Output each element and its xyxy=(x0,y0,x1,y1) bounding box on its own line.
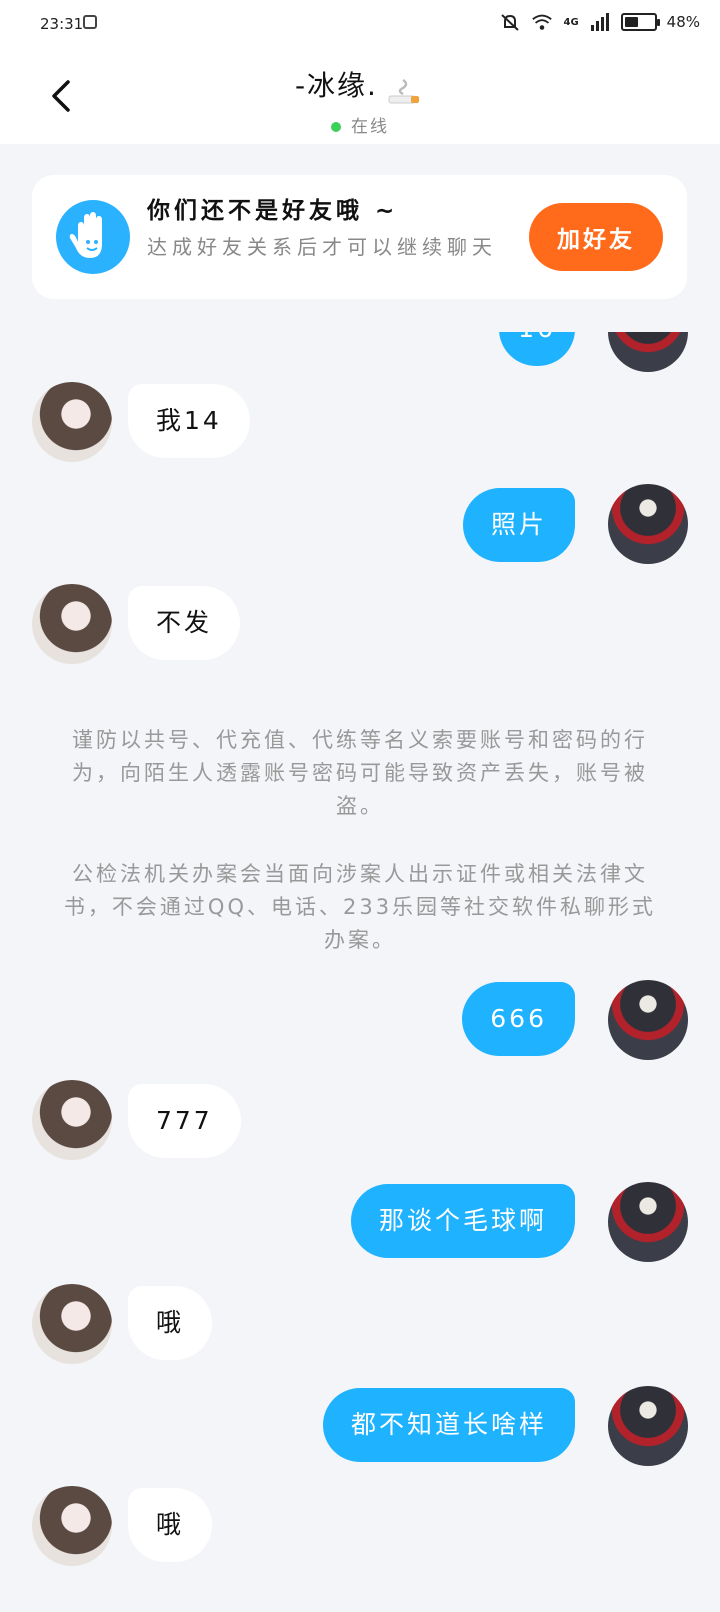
message-bubble[interactable]: 我14 xyxy=(128,384,250,458)
contact-avatar[interactable] xyxy=(32,584,112,664)
banner-title: 你们还不是好友哦 ~ xyxy=(147,198,399,224)
my-avatar[interactable] xyxy=(608,1182,688,1262)
contact-name[interactable]: -冰缘. xyxy=(295,69,378,102)
security-notice-account: 谨防以共号、代充值、代练等名义索要账号和密码的行为，向陌生人透露账号密码可能导致… xyxy=(72,728,648,818)
contact-avatar[interactable] xyxy=(32,1080,112,1160)
contact-avatar[interactable] xyxy=(32,382,112,462)
message-bubble[interactable]: 照片 xyxy=(462,488,575,562)
contact-avatar[interactable] xyxy=(32,1486,112,1566)
signal-icon xyxy=(590,13,609,31)
banner-description: 达成好友关系后才可以继续聊天 xyxy=(147,235,497,259)
battery-icon xyxy=(620,13,660,31)
message-bubble[interactable]: 都不知道长啥样 xyxy=(322,1388,575,1462)
message-bubble[interactable]: 666 xyxy=(462,982,575,1056)
message-bubble[interactable]: 哦 xyxy=(128,1286,213,1360)
network-type: 4G xyxy=(563,16,579,28)
presence-status: 在线 xyxy=(0,112,720,137)
my-avatar[interactable] xyxy=(608,332,688,372)
add-friend-button[interactable]: 加好友 xyxy=(529,203,663,271)
presence-label: 在线 xyxy=(351,116,389,137)
mute-bell-icon xyxy=(501,14,520,31)
message-bubble[interactable]: 哦 xyxy=(128,1488,213,1562)
hand-wave-icon xyxy=(56,200,130,274)
sim-card-icon xyxy=(83,15,97,29)
online-dot-icon xyxy=(331,121,341,132)
wifi-icon xyxy=(532,14,553,30)
chat-header: -冰缘. 在线 xyxy=(0,50,720,144)
my-avatar[interactable] xyxy=(608,980,688,1060)
cigarette-icon xyxy=(388,78,420,103)
message-bubble[interactable]: 777 xyxy=(128,1084,241,1158)
status-icons: 4G 48% xyxy=(499,12,700,32)
status-bar: 23:31 4G 48% xyxy=(0,0,720,50)
my-avatar[interactable] xyxy=(608,484,688,564)
battery-percent: 48% xyxy=(666,13,700,31)
message-bubble[interactable]: 那谈个毛球啊 xyxy=(350,1184,575,1258)
message-bubble[interactable]: 不发 xyxy=(128,586,241,660)
not-friend-banner: 你们还不是好友哦 ~ 达成好友关系后才可以继续聊天 加好友 xyxy=(32,175,687,299)
my-avatar[interactable] xyxy=(608,1386,688,1466)
status-time: 23:31 xyxy=(40,15,84,33)
contact-avatar[interactable] xyxy=(32,1284,112,1364)
message-bubble[interactable]: 16 xyxy=(499,332,575,366)
chat-message-list[interactable]: 16 我14 照片 不发 谨防以共号、代充值、代练等名义索要账号和密码的行为，向… xyxy=(0,332,720,1612)
security-notice-police: 公检法机关办案会当面向涉案人出示证件或相关法律文书，不会通过QQ、电话、233乐… xyxy=(63,862,657,952)
